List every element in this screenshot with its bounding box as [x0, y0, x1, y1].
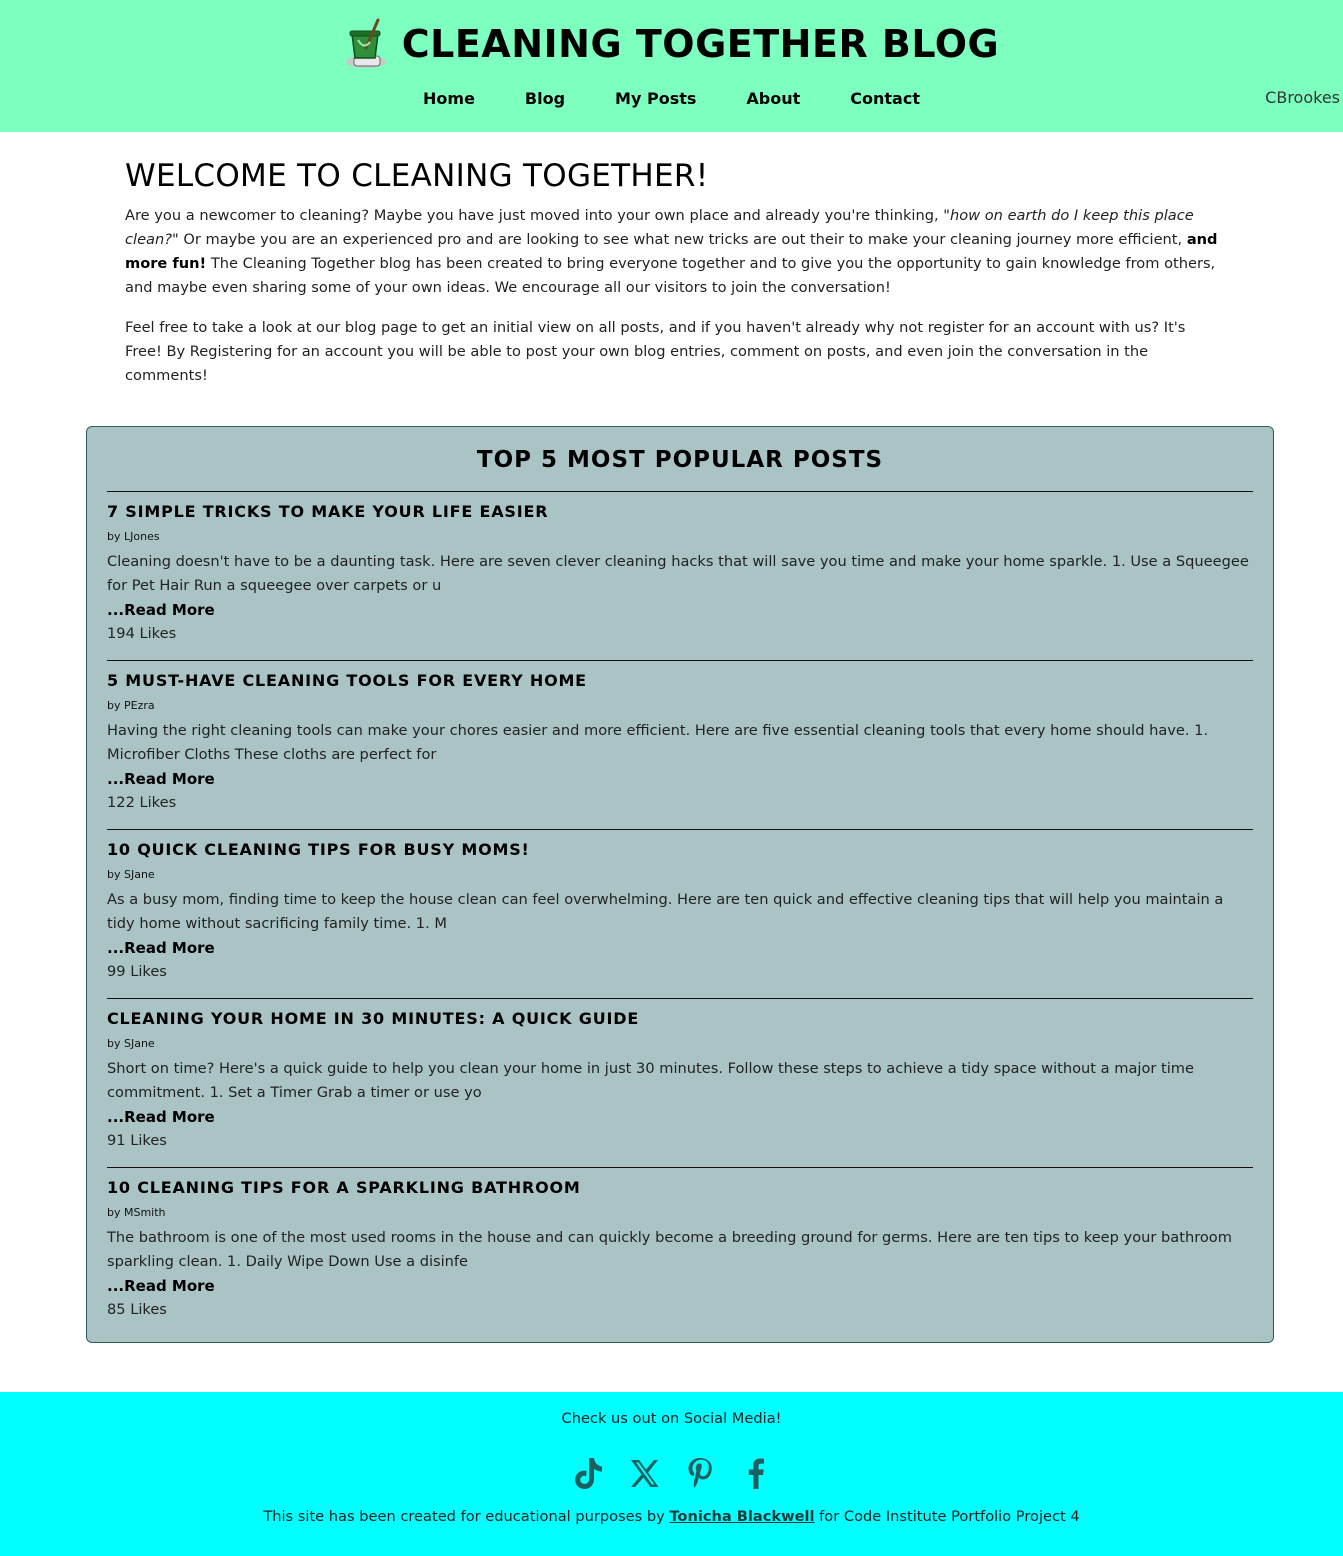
read-more-link[interactable]: ...Read More: [107, 767, 1253, 791]
post-title[interactable]: 5 MUST-HAVE CLEANING TOOLS FOR EVERY HOM…: [107, 671, 1253, 695]
nav-home-link[interactable]: Home: [423, 86, 475, 114]
credit-text: for Code Institute Portfolio Project 4: [814, 1508, 1080, 1525]
post-title[interactable]: 10 CLEANING TIPS FOR A SPARKLING BATHROO…: [107, 1178, 1253, 1202]
nav-contact-link[interactable]: Contact: [850, 86, 920, 114]
read-more-link[interactable]: ...Read More: [107, 1274, 1253, 1298]
tiktok-link[interactable]: [571, 1454, 605, 1492]
brand[interactable]: CLEANING TOGETHER BLOG: [0, 14, 1343, 74]
read-more-link[interactable]: ...Read More: [107, 1105, 1253, 1129]
post-author: by SJane: [107, 1037, 155, 1050]
popular-posts-heading: TOP 5 MOST POPULAR POSTS: [476, 447, 884, 473]
post-excerpt: Cleaning doesn't have to be a daunting t…: [107, 553, 1249, 594]
site-title: CLEANING TOGETHER BLOG: [401, 22, 1000, 66]
post-author: by MSmith: [107, 1206, 166, 1219]
read-more-link[interactable]: ...Read More: [107, 598, 1253, 622]
main-nav: Home Blog My Posts About Contact: [0, 86, 1343, 114]
pinterest-link[interactable]: [683, 1454, 717, 1492]
mop-bucket-icon: [345, 18, 386, 68]
credit-text: This site has been created for education…: [263, 1508, 670, 1525]
facebook-icon: [748, 1458, 764, 1489]
nav-my-posts-link[interactable]: My Posts: [615, 86, 696, 114]
welcome-paragraph-1: Are you a newcomer to cleaning? Maybe yo…: [125, 204, 1225, 300]
post-author: by PEzra: [107, 699, 155, 712]
x-icon: [630, 1460, 658, 1487]
post-likes: 91 Likes: [107, 1132, 167, 1149]
post-likes: 122 Likes: [107, 794, 177, 811]
x-link[interactable]: [627, 1454, 661, 1492]
post-item: CLEANING YOUR HOME IN 30 MINUTES: A QUIC…: [107, 998, 1253, 1167]
footer-credit: This site has been created for education…: [0, 1508, 1343, 1525]
post-item: 7 SIMPLE TRICKS TO MAKE YOUR LIFE EASIER…: [107, 491, 1253, 660]
site-header: CLEANING TOGETHER BLOG Home Blog My Post…: [0, 0, 1343, 132]
welcome-section: WELCOME TO CLEANING TOGETHER! Are you a …: [125, 158, 1225, 404]
social-callout: Check us out on Social Media!: [561, 1410, 782, 1427]
site-footer: Check us out on Social Media! This site …: [0, 1392, 1343, 1556]
post-excerpt: The bathroom is one of the most used roo…: [107, 1229, 1232, 1270]
pinterest-icon: [688, 1458, 712, 1488]
post-likes: 99 Likes: [107, 963, 167, 980]
welcome-paragraph-2: Feel free to take a look at our blog pag…: [125, 319, 1186, 384]
welcome-text: Or maybe you are an experienced pro and …: [178, 231, 1187, 248]
post-item: 10 CLEANING TIPS FOR A SPARKLING BATHROO…: [107, 1167, 1253, 1336]
welcome-text: Are you a newcomer to cleaning? Maybe yo…: [125, 207, 944, 224]
post-likes: 194 Likes: [107, 625, 177, 642]
post-excerpt: As a busy mom, finding time to keep the …: [107, 891, 1224, 932]
post-author: by SJane: [107, 868, 155, 881]
post-likes: 85 Likes: [107, 1301, 167, 1318]
post-title[interactable]: CLEANING YOUR HOME IN 30 MINUTES: A QUIC…: [107, 1009, 1253, 1033]
post-author: by LJones: [107, 530, 160, 543]
nav-blog-link[interactable]: Blog: [525, 86, 565, 114]
post-title[interactable]: 7 SIMPLE TRICKS TO MAKE YOUR LIFE EASIER: [107, 502, 1253, 526]
popular-posts-panel: TOP 5 MOST POPULAR POSTS 7 SIMPLE TRICKS…: [86, 426, 1274, 1343]
read-more-link[interactable]: ...Read More: [107, 936, 1253, 960]
post-excerpt: Having the right cleaning tools can make…: [107, 722, 1209, 763]
post-item: 10 QUICK CLEANING TIPS FOR BUSY MOMS! by…: [107, 829, 1253, 998]
post-title[interactable]: 10 QUICK CLEANING TIPS FOR BUSY MOMS!: [107, 840, 1253, 864]
logged-in-username[interactable]: CBrookes: [1265, 88, 1340, 107]
welcome-heading: WELCOME TO CLEANING TOGETHER!: [125, 158, 709, 194]
tiktok-icon: [574, 1458, 602, 1489]
post-item: 5 MUST-HAVE CLEANING TOOLS FOR EVERY HOM…: [107, 660, 1253, 829]
welcome-text: The Cleaning Together blog has been crea…: [125, 255, 1216, 296]
nav-about-link[interactable]: About: [746, 86, 800, 114]
post-excerpt: Short on time? Here's a quick guide to h…: [107, 1060, 1194, 1101]
author-link[interactable]: Tonicha Blackwell: [669, 1508, 814, 1525]
social-links: [0, 1454, 1343, 1494]
facebook-link[interactable]: [739, 1454, 773, 1492]
